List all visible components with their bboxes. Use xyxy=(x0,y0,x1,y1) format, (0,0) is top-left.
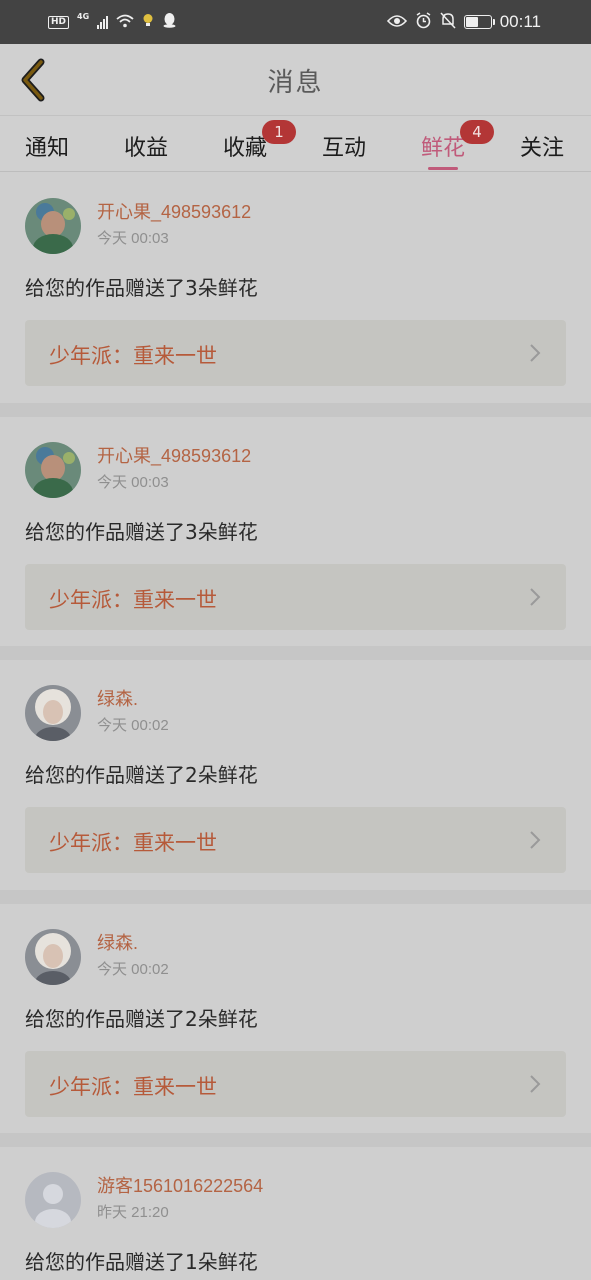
work-title: 少年派：重来一世 xyxy=(49,344,217,368)
message-card: 绿森. 今天 00:02 给您的作品赠送了2朵鲜花 少年派：重来一世 xyxy=(0,911,591,1141)
avatar[interactable] xyxy=(25,685,81,741)
chevron-right-icon xyxy=(530,588,541,606)
tab-earnings[interactable]: 收益 xyxy=(101,126,191,170)
signal-icon xyxy=(97,15,109,29)
message-card: 游客1561016222564 昨天 21:20 给您的作品赠送了1朵鲜花 xyxy=(0,1154,591,1280)
timestamp: 今天 00:03 xyxy=(97,230,169,247)
clock: 00:11 xyxy=(499,12,541,31)
message-text: 给您的作品赠送了1朵鲜花 xyxy=(25,1250,258,1274)
status-right: 00:11 xyxy=(386,11,541,33)
work-title: 少年派：重来一世 xyxy=(49,1075,217,1099)
network-type-icon: 4G xyxy=(77,12,90,21)
unread-badge: 1 xyxy=(262,120,296,144)
card-separator xyxy=(0,890,591,904)
message-text: 给您的作品赠送了2朵鲜花 xyxy=(25,763,258,787)
tab-label: 关注 xyxy=(519,136,564,161)
chevron-right-icon xyxy=(530,831,541,849)
tab-label: 鲜花 xyxy=(420,136,465,161)
mute-bell-icon xyxy=(440,11,456,33)
status-bar: HD 4G 00:11 xyxy=(0,0,591,44)
avatar[interactable] xyxy=(25,929,81,985)
work-link[interactable]: 少年派：重来一世 xyxy=(25,320,566,386)
tab-label: 通知 xyxy=(24,136,69,161)
username[interactable]: 绿森. xyxy=(97,929,138,955)
card-separator xyxy=(0,1133,591,1147)
message-text: 给您的作品赠送了3朵鲜花 xyxy=(25,276,258,300)
status-left: HD 4G xyxy=(48,12,177,32)
unread-badge: 4 xyxy=(460,120,494,144)
tab-interaction[interactable]: 互动 xyxy=(299,126,389,170)
message-text: 给您的作品赠送了2朵鲜花 xyxy=(25,1007,258,1031)
work-link[interactable]: 少年派：重来一世 xyxy=(25,564,566,630)
work-title: 少年派：重来一世 xyxy=(49,831,217,855)
message-text: 给您的作品赠送了3朵鲜花 xyxy=(25,520,258,544)
username[interactable]: 开心果_498593612 xyxy=(97,198,251,224)
message-card: 开心果_498593612 今天 00:03 给您的作品赠送了3朵鲜花 少年派：… xyxy=(0,424,591,654)
username[interactable]: 开心果_498593612 xyxy=(97,442,251,468)
work-title: 少年派：重来一世 xyxy=(49,588,217,612)
eye-icon xyxy=(386,13,407,32)
hd-icon: HD xyxy=(48,15,70,29)
tab-label: 收益 xyxy=(123,136,168,161)
default-avatar-icon[interactable] xyxy=(25,1172,81,1228)
username[interactable]: 绿森. xyxy=(97,685,138,711)
chevron-right-icon xyxy=(530,344,541,362)
chevron-right-icon xyxy=(530,1075,541,1093)
bulb-icon xyxy=(142,13,154,32)
message-card: 绿森. 今天 00:02 给您的作品赠送了2朵鲜花 少年派：重来一世 xyxy=(0,667,591,897)
wifi-icon xyxy=(116,13,134,32)
timestamp: 今天 00:03 xyxy=(97,474,169,491)
card-separator xyxy=(0,403,591,417)
tab-label: 收藏 xyxy=(222,136,267,161)
timestamp: 昨天 21:20 xyxy=(97,1204,169,1221)
battery-icon xyxy=(463,15,495,29)
tab-bar: 通知 收益 收藏 1 互动 鲜花 4 关注 xyxy=(0,116,591,172)
card-separator xyxy=(0,646,591,660)
timestamp: 今天 00:02 xyxy=(97,961,169,978)
avatar[interactable] xyxy=(25,198,81,254)
active-tab-indicator xyxy=(428,167,458,170)
tab-flowers[interactable]: 鲜花 4 xyxy=(398,120,494,170)
page-title: 消息 xyxy=(267,68,324,98)
header: 消息 xyxy=(0,44,591,116)
username[interactable]: 游客1561016222564 xyxy=(97,1172,263,1198)
tab-label: 互动 xyxy=(321,136,366,161)
work-link[interactable]: 少年派：重来一世 xyxy=(25,807,566,873)
work-link[interactable]: 少年派：重来一世 xyxy=(25,1051,566,1117)
tab-follow[interactable]: 关注 xyxy=(497,126,587,170)
alarm-icon xyxy=(415,11,432,33)
timestamp: 今天 00:02 xyxy=(97,717,169,734)
tab-notify[interactable]: 通知 xyxy=(2,126,92,170)
qq-icon xyxy=(162,12,177,32)
message-card: 开心果_498593612 今天 00:03 给您的作品赠送了3朵鲜花 少年派：… xyxy=(0,180,591,410)
avatar[interactable] xyxy=(25,442,81,498)
tab-favorites[interactable]: 收藏 1 xyxy=(200,120,296,170)
